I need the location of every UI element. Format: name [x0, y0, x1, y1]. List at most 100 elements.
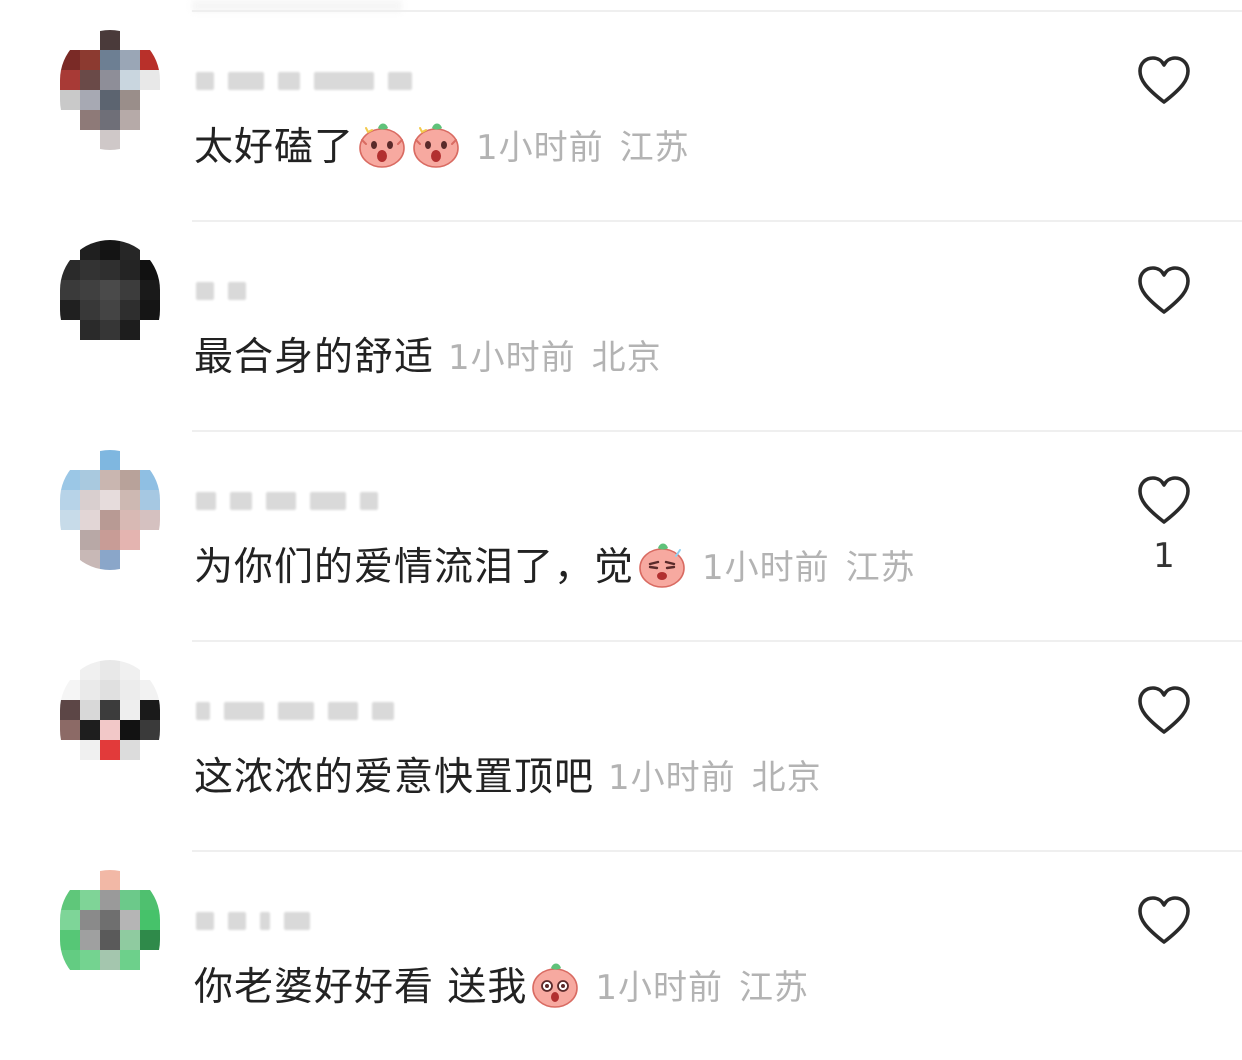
avatar-pixel	[100, 490, 120, 510]
avatar-pixel	[140, 890, 160, 910]
avatar-pixel	[120, 740, 140, 760]
avatar-pixel	[140, 950, 160, 970]
heart-outline-icon[interactable]	[1136, 54, 1192, 110]
avatar[interactable]	[60, 30, 160, 150]
comment-meta: 1小时前 北京	[608, 750, 822, 799]
avatar-pixel	[80, 910, 100, 930]
avatar-pixel	[80, 680, 100, 700]
avatar-pixel	[120, 280, 140, 300]
username-blurred[interactable]	[196, 488, 378, 514]
avatar-pixel	[140, 260, 160, 280]
avatar-pixel	[80, 890, 100, 910]
comment-text: 你老婆好好看 送我	[194, 965, 528, 1010]
avatar-pixel	[120, 760, 140, 780]
avatar-pixel	[140, 300, 160, 320]
heart-outline-icon[interactable]	[1136, 684, 1192, 740]
avatar-pixel	[140, 280, 160, 300]
avatar[interactable]	[60, 870, 160, 990]
avatar-pixel	[140, 70, 160, 90]
avatar-pixel	[60, 550, 80, 570]
avatar[interactable]	[60, 450, 160, 570]
avatar-pixel	[140, 680, 160, 700]
avatar-pixel	[100, 890, 120, 910]
comment-line: 太好磕了 1小时前 江苏	[194, 116, 690, 172]
blurred-name-segment	[224, 702, 264, 720]
avatar-pixel	[140, 240, 160, 260]
avatar-pixel	[80, 550, 100, 570]
avatar-pixel	[60, 950, 80, 970]
heart-outline-icon[interactable]	[1136, 264, 1192, 320]
heart-outline-icon[interactable]	[1136, 474, 1192, 530]
heart-outline-icon[interactable]	[1136, 894, 1192, 950]
avatar-pixel	[80, 950, 100, 970]
username-blurred[interactable]	[196, 278, 246, 304]
avatar-pixel	[100, 260, 120, 280]
peach-crying-emoji	[639, 543, 685, 588]
comment-time: 1小时前	[595, 967, 724, 1008]
avatar[interactable]	[60, 660, 160, 780]
comment-text: 最合身的舒适	[194, 335, 435, 380]
username-blurred[interactable]	[196, 908, 310, 934]
avatar-pixel	[80, 870, 100, 890]
avatar-pixel	[60, 260, 80, 280]
avatar-pixel	[60, 130, 80, 150]
avatar-pixel	[80, 490, 100, 510]
avatar-pixel	[120, 550, 140, 570]
comment-time: 1小时前	[476, 127, 604, 168]
avatar[interactable]	[60, 240, 160, 360]
avatar-pixel	[120, 950, 140, 970]
avatar-pixel	[120, 110, 140, 130]
avatar-pixel	[80, 760, 100, 780]
avatar-pixel	[100, 930, 120, 950]
avatar-pixel	[60, 110, 80, 130]
avatar-pixel	[60, 300, 80, 320]
avatar-pixel	[80, 930, 100, 950]
comment-item: 太好磕了 1小时前 江苏	[0, 10, 1242, 220]
avatar-pixel	[80, 260, 100, 280]
avatar-pixel	[140, 320, 160, 340]
avatar-pixel	[100, 510, 120, 530]
avatar-pixel	[120, 970, 140, 990]
avatar-pixel	[120, 90, 140, 110]
avatar-pixel	[140, 530, 160, 550]
blurred-name-segment	[260, 912, 270, 930]
avatar-pixel	[100, 130, 120, 150]
avatar-pixel	[100, 320, 120, 340]
avatar-pixel	[100, 110, 120, 130]
blurred-name-segment	[228, 912, 246, 930]
avatar-pixel	[140, 970, 160, 990]
username-blurred[interactable]	[196, 68, 412, 94]
avatar-pixel	[80, 110, 100, 130]
comment-location: 江苏	[845, 547, 916, 588]
avatar-pixel	[120, 510, 140, 530]
avatar-pixel	[60, 890, 80, 910]
comment-item: 最合身的舒适 1小时前 北京	[0, 220, 1242, 430]
avatar-pixel	[120, 470, 140, 490]
comment-text: 为你们的爱情流泪了，觉	[194, 545, 635, 590]
avatar-pixel	[60, 490, 80, 510]
blurred-name-segment	[388, 72, 412, 90]
avatar-pixel	[140, 550, 160, 570]
avatar-pixel	[120, 30, 140, 50]
avatar-pixel	[60, 240, 80, 260]
avatar-pixel	[140, 50, 160, 70]
avatar-pixel	[60, 530, 80, 550]
avatar-pixel	[80, 530, 100, 550]
peach-shocked-emoji	[359, 123, 405, 168]
comment-line: 最合身的舒适 1小时前 北京	[194, 326, 662, 382]
emoji-group	[527, 958, 581, 1010]
comment-meta: 1小时前 北京	[448, 330, 662, 379]
username-blurred[interactable]	[196, 698, 394, 724]
avatar-pixel	[100, 740, 120, 760]
avatar-pixel	[80, 320, 100, 340]
avatar-pixel	[80, 70, 100, 90]
avatar-pixel	[100, 340, 120, 360]
avatar-pixel	[120, 260, 140, 280]
avatar-pixel	[120, 930, 140, 950]
avatar-pixel	[60, 340, 80, 360]
avatar-pixel	[100, 680, 120, 700]
avatar-pixel	[100, 760, 120, 780]
comment-text: 这浓浓的爱意快置顶吧	[194, 755, 595, 800]
avatar-pixel	[120, 70, 140, 90]
avatar-pixel	[120, 660, 140, 680]
